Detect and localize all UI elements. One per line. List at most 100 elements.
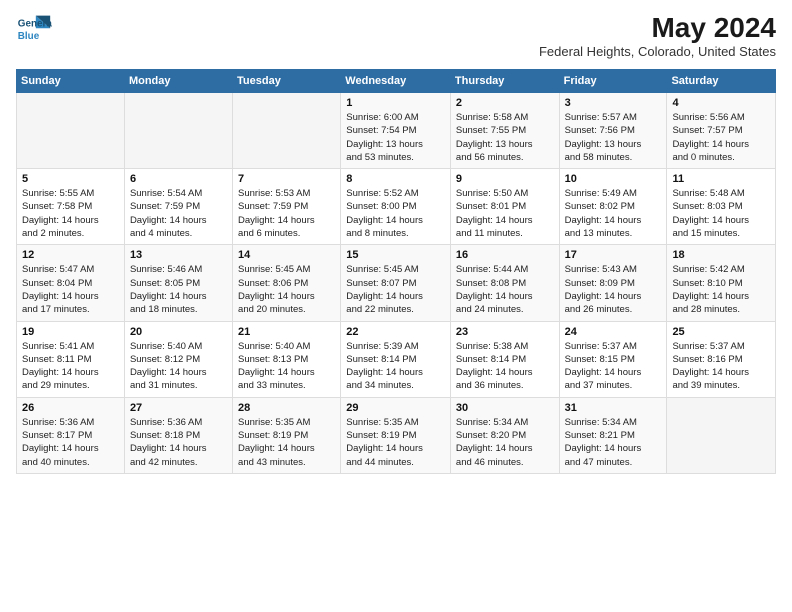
day-cell: 5 Sunrise: 5:55 AMSunset: 7:58 PMDaylight…	[17, 169, 125, 245]
col-friday: Friday	[559, 70, 667, 93]
day-info: Sunrise: 5:55 AMSunset: 7:58 PMDaylight:…	[22, 187, 120, 240]
day-info: Sunrise: 5:58 AMSunset: 7:55 PMDaylight:…	[456, 111, 555, 164]
day-info: Sunrise: 5:35 AMSunset: 8:19 PMDaylight:…	[238, 416, 336, 469]
day-number: 23	[456, 326, 555, 338]
day-number: 19	[22, 326, 120, 338]
day-cell: 10Sunrise: 5:49 AMSunset: 8:02 PMDayligh…	[559, 169, 667, 245]
calendar-body: 1Sunrise: 6:00 AMSunset: 7:54 PMDaylight…	[17, 93, 776, 474]
day-info: Sunrise: 5:53 AMSunset: 7:59 PMDaylight:…	[238, 187, 336, 240]
calendar-header: Sunday Monday Tuesday Wednesday Thursday…	[17, 70, 776, 93]
day-cell	[17, 93, 125, 169]
day-cell: 16 Sunrise: 5:44 AMSunset: 8:08 PMDayligh…	[450, 245, 559, 321]
svg-text:General: General	[18, 18, 52, 29]
day-info: Sunrise: 5:45 AMSunset: 8:07 PMDaylight:…	[346, 263, 446, 316]
day-number: 5	[22, 173, 120, 185]
day-info: Sunrise: 5:47 AMSunset: 8:04 PMDaylight:…	[22, 263, 120, 316]
day-cell: 12Sunrise: 5:47 AMSunset: 8:04 PMDayligh…	[17, 245, 125, 321]
day-info: Sunrise: 5:40 AMSunset: 8:13 PMDaylight:…	[238, 340, 336, 393]
svg-text:Blue: Blue	[18, 31, 40, 42]
day-cell: 22 Sunrise: 5:39 AMSunset: 8:14 PMDayligh…	[341, 321, 451, 397]
day-number: 2	[456, 97, 555, 109]
title-block: May 2024 Federal Heights, Colorado, Unit…	[539, 12, 776, 59]
header-row: Sunday Monday Tuesday Wednesday Thursday…	[17, 70, 776, 93]
day-number: 4	[672, 97, 771, 109]
day-info: Sunrise: 5:43 AMSunset: 8:09 PMDaylight:…	[565, 263, 663, 316]
day-info: Sunrise: 5:52 AMSunset: 8:00 PMDaylight:…	[346, 187, 446, 240]
day-cell: 24 Sunrise: 5:37 AMSunset: 8:15 PMDayligh…	[559, 321, 667, 397]
day-info: Sunrise: 5:44 AMSunset: 8:08 PMDaylight:…	[456, 263, 555, 316]
col-sunday: Sunday	[17, 70, 125, 93]
day-number: 1	[346, 97, 446, 109]
day-cell: 7 Sunrise: 5:53 AMSunset: 7:59 PMDaylight…	[233, 169, 341, 245]
day-cell: 27 Sunrise: 5:36 AMSunset: 8:18 PMDayligh…	[124, 397, 232, 473]
day-cell: 17 Sunrise: 5:43 AMSunset: 8:09 PMDayligh…	[559, 245, 667, 321]
day-cell: 13 Sunrise: 5:46 AMSunset: 8:05 PMDayligh…	[124, 245, 232, 321]
day-cell: 1Sunrise: 6:00 AMSunset: 7:54 PMDaylight…	[341, 93, 451, 169]
col-saturday: Saturday	[667, 70, 776, 93]
day-info: Sunrise: 5:40 AMSunset: 8:12 PMDaylight:…	[130, 340, 228, 393]
col-tuesday: Tuesday	[233, 70, 341, 93]
day-info: Sunrise: 5:56 AMSunset: 7:57 PMDaylight:…	[672, 111, 771, 164]
day-cell: 19Sunrise: 5:41 AMSunset: 8:11 PMDayligh…	[17, 321, 125, 397]
day-cell: 21 Sunrise: 5:40 AMSunset: 8:13 PMDayligh…	[233, 321, 341, 397]
day-cell: 8 Sunrise: 5:52 AMSunset: 8:00 PMDaylight…	[341, 169, 451, 245]
day-number: 28	[238, 402, 336, 414]
day-info: Sunrise: 5:34 AMSunset: 8:20 PMDaylight:…	[456, 416, 555, 469]
day-number: 9	[456, 173, 555, 185]
day-info: Sunrise: 5:46 AMSunset: 8:05 PMDaylight:…	[130, 263, 228, 316]
day-cell: 30Sunrise: 5:34 AMSunset: 8:20 PMDayligh…	[450, 397, 559, 473]
col-thursday: Thursday	[450, 70, 559, 93]
day-number: 17	[565, 249, 663, 261]
day-number: 22	[346, 326, 446, 338]
day-info: Sunrise: 5:48 AMSunset: 8:03 PMDaylight:…	[672, 187, 771, 240]
day-info: Sunrise: 5:37 AMSunset: 8:16 PMDaylight:…	[672, 340, 771, 393]
day-cell: 11 Sunrise: 5:48 AMSunset: 8:03 PMDayligh…	[667, 169, 776, 245]
day-number: 31	[565, 402, 663, 414]
col-wednesday: Wednesday	[341, 70, 451, 93]
day-info: Sunrise: 5:36 AMSunset: 8:18 PMDaylight:…	[130, 416, 228, 469]
week-row-2: 5 Sunrise: 5:55 AMSunset: 7:58 PMDaylight…	[17, 169, 776, 245]
week-row-3: 12Sunrise: 5:47 AMSunset: 8:04 PMDayligh…	[17, 245, 776, 321]
subtitle: Federal Heights, Colorado, United States	[539, 44, 776, 59]
day-number: 26	[22, 402, 120, 414]
day-info: Sunrise: 5:49 AMSunset: 8:02 PMDaylight:…	[565, 187, 663, 240]
day-number: 27	[130, 402, 228, 414]
day-cell: 9 Sunrise: 5:50 AMSunset: 8:01 PMDaylight…	[450, 169, 559, 245]
day-cell	[233, 93, 341, 169]
day-number: 13	[130, 249, 228, 261]
day-number: 8	[346, 173, 446, 185]
day-cell: 25 Sunrise: 5:37 AMSunset: 8:16 PMDayligh…	[667, 321, 776, 397]
calendar: Sunday Monday Tuesday Wednesday Thursday…	[16, 69, 776, 474]
day-number: 21	[238, 326, 336, 338]
day-info: Sunrise: 5:50 AMSunset: 8:01 PMDaylight:…	[456, 187, 555, 240]
main-title: May 2024	[539, 12, 776, 44]
logo: General Blue	[16, 12, 52, 48]
day-number: 11	[672, 173, 771, 185]
day-number: 20	[130, 326, 228, 338]
day-info: Sunrise: 5:36 AMSunset: 8:17 PMDaylight:…	[22, 416, 120, 469]
day-cell: 18Sunrise: 5:42 AMSunset: 8:10 PMDayligh…	[667, 245, 776, 321]
day-info: Sunrise: 5:54 AMSunset: 7:59 PMDaylight:…	[130, 187, 228, 240]
day-info: Sunrise: 5:45 AMSunset: 8:06 PMDaylight:…	[238, 263, 336, 316]
day-number: 24	[565, 326, 663, 338]
day-info: Sunrise: 5:37 AMSunset: 8:15 PMDaylight:…	[565, 340, 663, 393]
day-number: 16	[456, 249, 555, 261]
day-number: 25	[672, 326, 771, 338]
day-info: Sunrise: 5:39 AMSunset: 8:14 PMDaylight:…	[346, 340, 446, 393]
header: General Blue May 2024 Federal Heights, C…	[16, 12, 776, 59]
week-row-5: 26 Sunrise: 5:36 AMSunset: 8:17 PMDayligh…	[17, 397, 776, 473]
day-info: Sunrise: 5:35 AMSunset: 8:19 PMDaylight:…	[346, 416, 446, 469]
day-number: 18	[672, 249, 771, 261]
day-cell: 20 Sunrise: 5:40 AMSunset: 8:12 PMDayligh…	[124, 321, 232, 397]
day-number: 7	[238, 173, 336, 185]
day-cell: 31Sunrise: 5:34 AMSunset: 8:21 PMDayligh…	[559, 397, 667, 473]
day-cell	[667, 397, 776, 473]
day-cell: 3Sunrise: 5:57 AMSunset: 7:56 PMDaylight…	[559, 93, 667, 169]
day-cell: 26 Sunrise: 5:36 AMSunset: 8:17 PMDayligh…	[17, 397, 125, 473]
col-monday: Monday	[124, 70, 232, 93]
day-cell: 15Sunrise: 5:45 AMSunset: 8:07 PMDayligh…	[341, 245, 451, 321]
day-info: Sunrise: 5:57 AMSunset: 7:56 PMDaylight:…	[565, 111, 663, 164]
day-number: 29	[346, 402, 446, 414]
day-cell: 23Sunrise: 5:38 AMSunset: 8:14 PMDayligh…	[450, 321, 559, 397]
page: General Blue May 2024 Federal Heights, C…	[0, 0, 792, 482]
